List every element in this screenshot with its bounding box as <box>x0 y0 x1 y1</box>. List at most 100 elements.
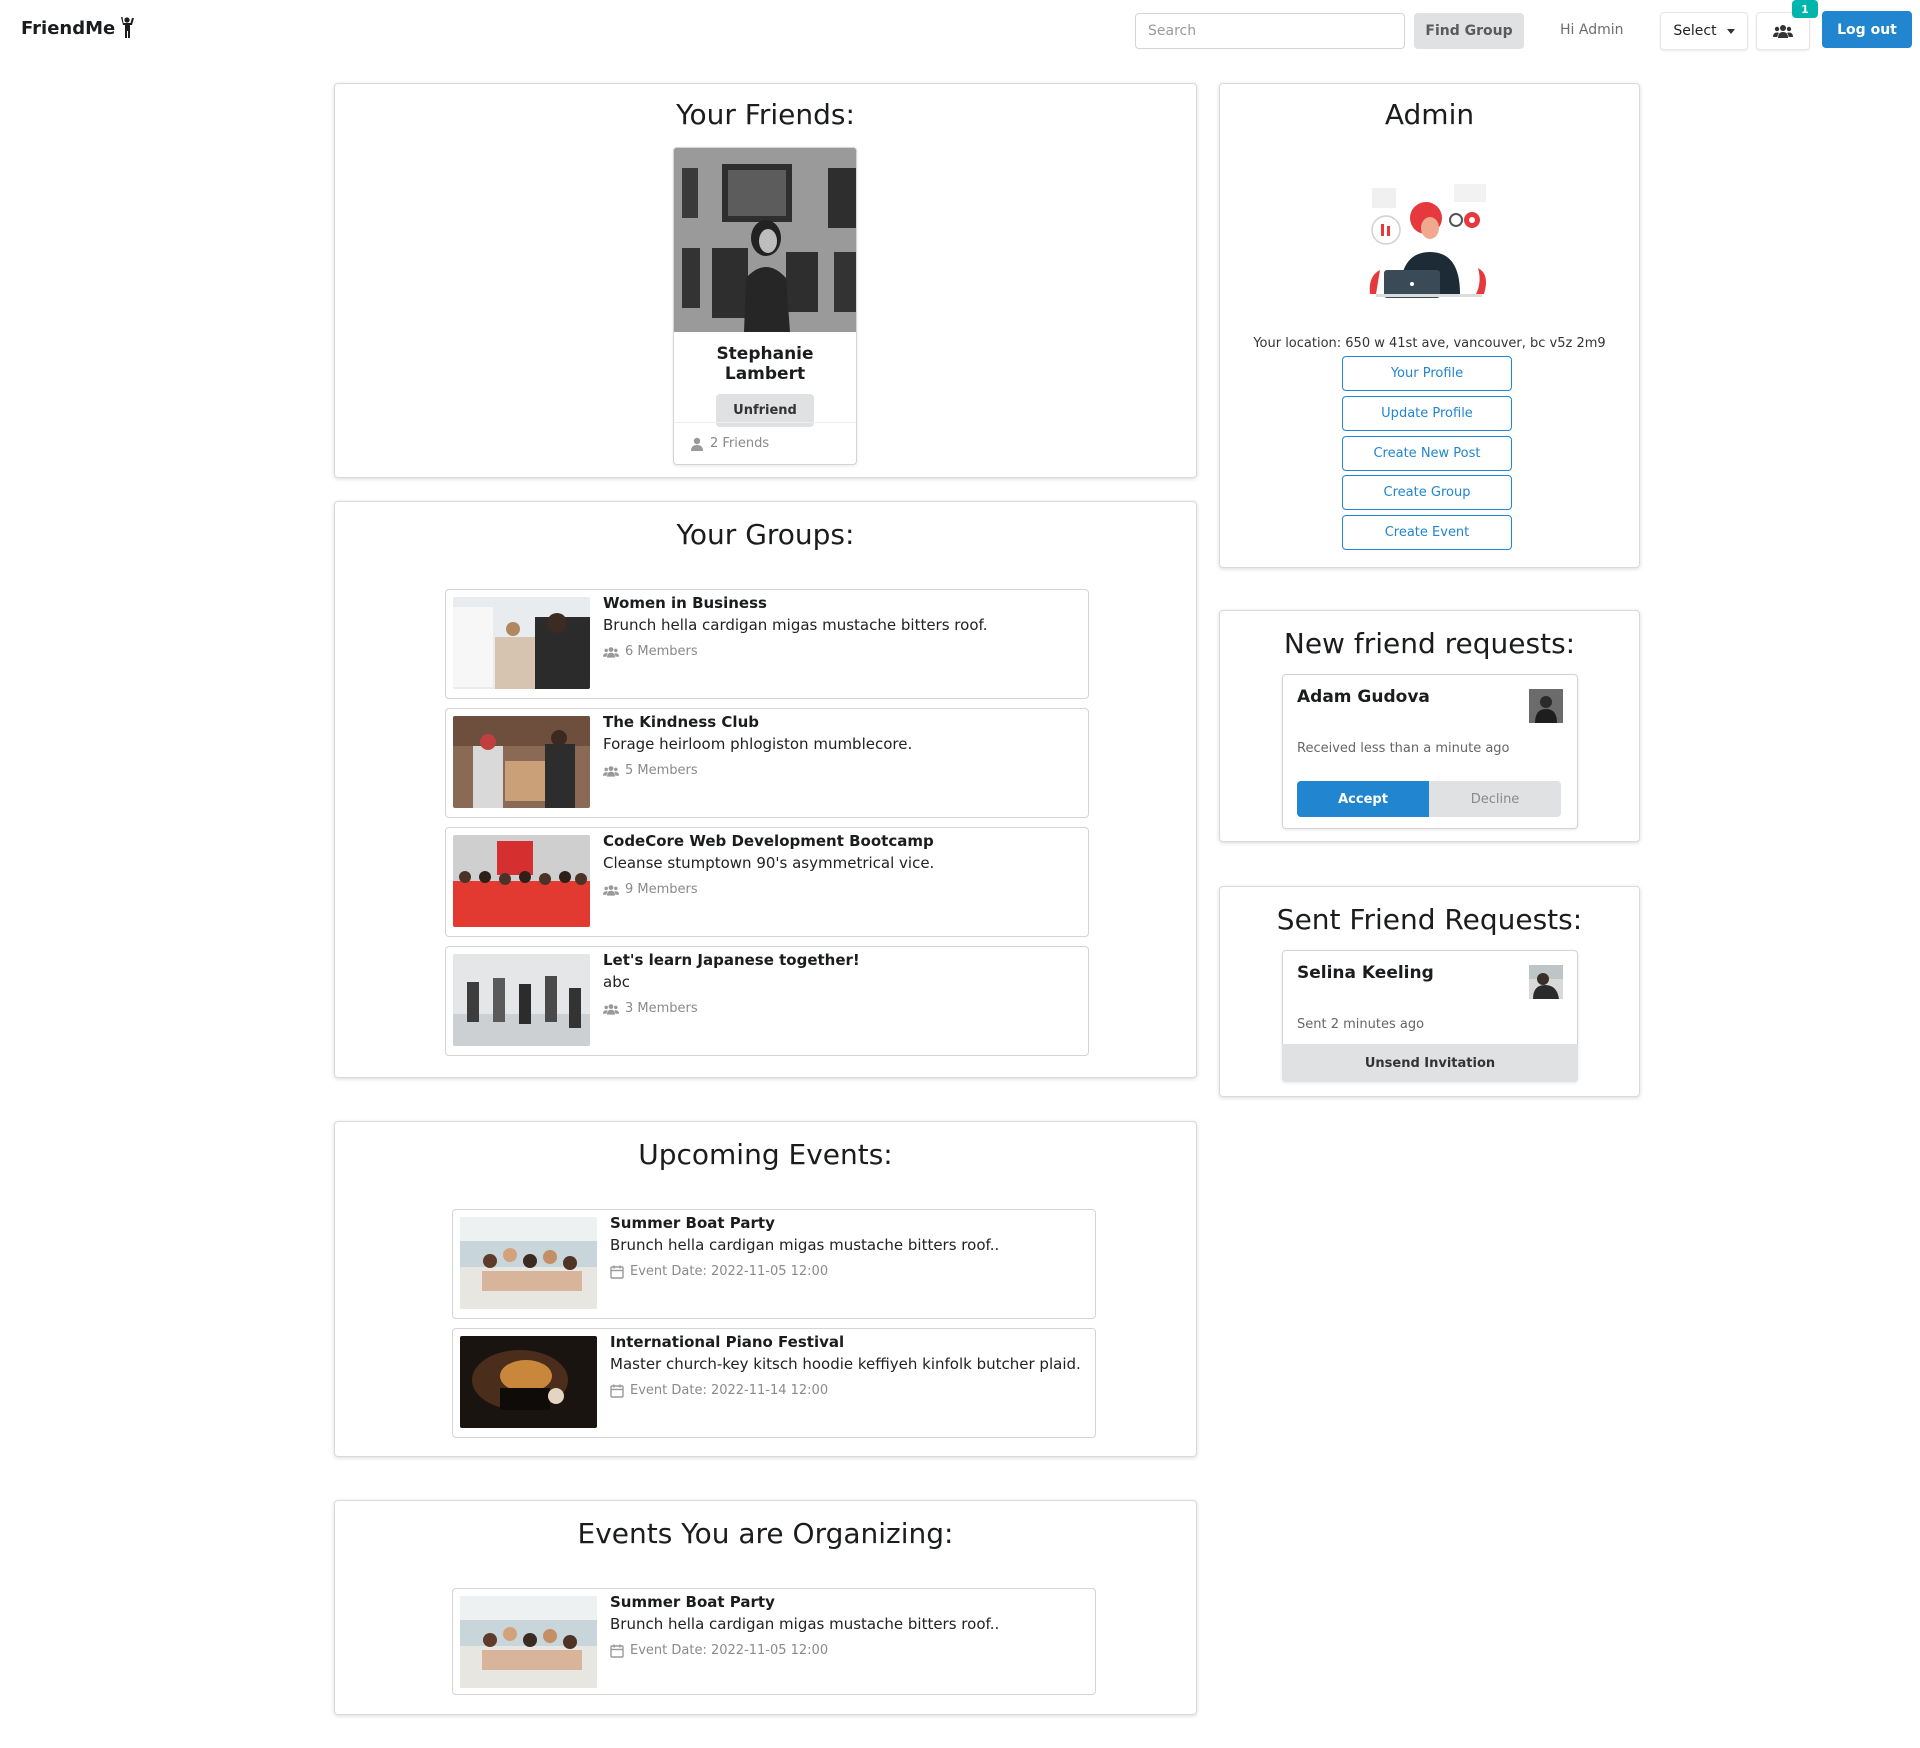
admin-panel: Admin Your location: 650 w 41st ave, van… <box>1219 83 1640 568</box>
event-name[interactable]: International Piano Festival <box>610 1333 1085 1351</box>
users-icon <box>603 765 619 777</box>
friends-title: Your Friends: <box>676 98 855 131</box>
calendar-icon <box>610 1265 624 1279</box>
group-image <box>453 835 590 927</box>
organizing-events-panel: Events You are Organizing: Summer Boat P… <box>334 1500 1197 1715</box>
group-thumbnail <box>453 835 590 927</box>
users-icon <box>603 1003 619 1015</box>
event-date-label: Event Date: 2022-11-05 12:00 <box>630 1264 829 1279</box>
create-group-button[interactable]: Create Group <box>1342 475 1512 510</box>
event-item[interactable]: Summer Boat Party Brunch hella cardigan … <box>452 1209 1096 1319</box>
users-icon <box>1773 25 1793 38</box>
event-thumbnail <box>460 1336 597 1428</box>
friend-photo[interactable] <box>674 148 856 332</box>
caret-down-icon <box>1726 28 1735 34</box>
new-friend-requests-title: New friend requests: <box>1283 627 1576 660</box>
request-received-time: Received less than a minute ago <box>1297 741 1510 756</box>
calendar-icon <box>610 1644 624 1658</box>
organizing-events-title: Events You are Organizing: <box>577 1517 954 1550</box>
event-image <box>460 1596 597 1688</box>
recipient-avatar <box>1529 965 1563 999</box>
navbar: FriendMe Find Group Hi Admin Select 1 Lo… <box>0 0 1920 62</box>
new-friend-requests-panel: New friend requests: Adam Gudova Receive… <box>1219 610 1640 842</box>
brand-name: FriendMe <box>21 17 116 39</box>
group-image <box>453 597 590 689</box>
friend-name[interactable]: Stephanie Lambert <box>674 344 856 384</box>
event-description: Brunch hella cardigan migas mustache bit… <box>610 1615 1000 1633</box>
group-item[interactable]: Women in Business Brunch hella cardigan … <box>445 589 1089 699</box>
group-members-label: 5 Members <box>625 763 698 778</box>
event-thumbnail <box>460 1596 597 1688</box>
friend-card: Stephanie Lambert Unfriend 2 Friends <box>673 147 857 465</box>
unsend-invitation-button[interactable]: Unsend Invitation <box>1282 1044 1578 1082</box>
event-thumbnail <box>460 1217 597 1309</box>
search-input[interactable] <box>1135 13 1405 49</box>
recipient-name[interactable]: Selina Keeling <box>1297 963 1434 983</box>
group-name[interactable]: Women in Business <box>603 594 1078 612</box>
friend-avatar-image <box>674 148 856 332</box>
group-description: Brunch hella cardigan migas mustache bit… <box>603 616 988 634</box>
your-profile-button[interactable]: Your Profile <box>1342 356 1512 391</box>
brand-logo[interactable]: FriendMe <box>21 17 135 39</box>
event-name[interactable]: Summer Boat Party <box>610 1593 1085 1611</box>
friend-count-label: 2 Friends <box>710 436 770 451</box>
calendar-icon <box>610 1384 624 1398</box>
event-image <box>460 1217 597 1309</box>
group-thumbnail <box>453 716 590 808</box>
event-date: Event Date: 2022-11-05 12:00 <box>610 1643 1085 1658</box>
group-image <box>453 716 590 808</box>
group-members: 5 Members <box>603 763 1078 778</box>
group-item[interactable]: CodeCore Web Development Bootcamp Cleans… <box>445 827 1089 937</box>
event-date-label: Event Date: 2022-11-14 12:00 <box>630 1383 829 1398</box>
upcoming-events-panel: Upcoming Events: Summer Boat Party Brunc… <box>334 1121 1197 1457</box>
friend-request-card: Adam Gudova Received less than a minute … <box>1282 674 1578 829</box>
group-members-label: 6 Members <box>625 644 698 659</box>
event-item[interactable]: Summer Boat Party Brunch hella cardigan … <box>452 1588 1096 1695</box>
requester-name[interactable]: Adam Gudova <box>1297 687 1430 707</box>
friend-count: 2 Friends <box>674 422 856 464</box>
update-profile-button[interactable]: Update Profile <box>1342 396 1512 431</box>
upcoming-events-title: Upcoming Events: <box>638 1138 893 1171</box>
request-sent-time: Sent 2 minutes ago <box>1297 1017 1425 1032</box>
group-members: 3 Members <box>603 1001 1078 1016</box>
friends-panel: Your Friends: Stephanie Lambert Unfriend <box>334 83 1197 478</box>
decline-button[interactable]: Decline <box>1429 781 1561 817</box>
requester-avatar <box>1529 689 1563 723</box>
group-description: Cleanse stumptown 90's asymmetrical vice… <box>603 854 935 872</box>
greeting-text: Hi Admin <box>1560 22 1624 38</box>
group-thumbnail <box>453 597 590 689</box>
group-item[interactable]: The Kindness Club Forage heirloom phlogi… <box>445 708 1089 818</box>
group-name[interactable]: Let's learn Japanese together! <box>603 951 1078 969</box>
find-group-button[interactable]: Find Group <box>1414 13 1524 49</box>
admin-illustration <box>1369 184 1486 298</box>
group-description: abc <box>603 973 630 991</box>
select-dropdown[interactable]: Select <box>1660 12 1748 50</box>
create-event-button[interactable]: Create Event <box>1342 515 1512 550</box>
group-name[interactable]: CodeCore Web Development Bootcamp <box>603 832 1078 850</box>
event-name[interactable]: Summer Boat Party <box>610 1214 1085 1232</box>
user-icon <box>691 437 703 451</box>
event-description: Master church-key kitsch hoodie keffiyeh… <box>610 1355 1081 1373</box>
group-description: Forage heirloom phlogiston mumblecore. <box>603 735 913 753</box>
select-dropdown-label: Select <box>1673 23 1717 39</box>
groups-panel: Your Groups: Women in Business Brunch he… <box>334 501 1197 1078</box>
create-new-post-button[interactable]: Create New Post <box>1342 436 1512 471</box>
event-item[interactable]: International Piano Festival Master chur… <box>452 1328 1096 1438</box>
accept-button[interactable]: Accept <box>1297 781 1429 817</box>
group-thumbnail <box>453 954 590 1046</box>
group-item[interactable]: Let's learn Japanese together! abc 3 Mem… <box>445 946 1089 1056</box>
users-icon <box>603 646 619 658</box>
sent-request-card: Selina Keeling Sent 2 minutes ago Unsend… <box>1282 950 1578 1082</box>
logout-button[interactable]: Log out <box>1822 11 1912 48</box>
sent-friend-requests-panel: Sent Friend Requests: Selina Keeling Sen… <box>1219 886 1640 1097</box>
group-name[interactable]: The Kindness Club <box>603 713 1078 731</box>
users-icon <box>603 884 619 896</box>
event-date: Event Date: 2022-11-05 12:00 <box>610 1264 1085 1279</box>
event-date: Event Date: 2022-11-14 12:00 <box>610 1383 1085 1398</box>
avatar-image <box>1529 689 1563 723</box>
group-members-label: 3 Members <box>625 1001 698 1016</box>
group-members: 9 Members <box>603 882 1078 897</box>
person-raising-hand-icon <box>121 17 135 38</box>
notification-badge: 1 <box>1792 0 1818 18</box>
group-members: 6 Members <box>603 644 1078 659</box>
